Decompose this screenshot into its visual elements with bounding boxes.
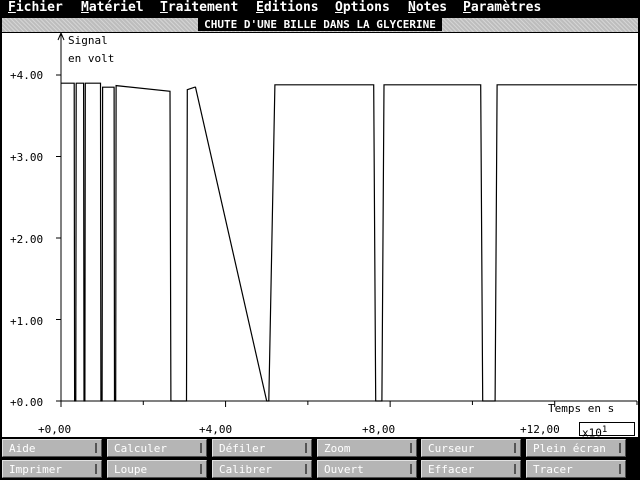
x-axis-label: Temps en s [548, 402, 615, 415]
signal-chart [56, 33, 638, 407]
loupe-button[interactable]: Loupe [107, 460, 207, 478]
y-tick-label: +3.00 [10, 151, 44, 164]
x-tick-label: +0,00 [38, 423, 72, 436]
menu-notes[interactable]: Notes [408, 0, 447, 16]
menu-bar: Fichier Matériel Traitement Editions Options… [0, 0, 640, 16]
menu-options[interactable]: Options [335, 0, 390, 16]
button-row-2: Imprimer Loupe Calibrer Ouvert Effacer Tracer [0, 459, 640, 479]
défiler-button[interactable]: Défiler [212, 439, 312, 457]
y-tick-label: +2.00 [10, 233, 44, 246]
curseur-button[interactable]: Curseur [421, 439, 521, 457]
x-tick-label: +4,00 [199, 423, 233, 436]
calculer-button[interactable]: Calculer [107, 439, 207, 457]
y-tick-label: +4.00 [10, 69, 44, 82]
menu-traitement[interactable]: Traitement [160, 0, 238, 16]
signal-line [61, 82, 637, 402]
y-axis-label-line2: en volt [68, 52, 115, 65]
menu-matériel[interactable]: Matériel [81, 0, 144, 16]
plein-écran-button[interactable]: Plein écran [526, 439, 626, 457]
y-tick-label: +0.00 [10, 396, 44, 409]
y-axis-label-line1: Signal [68, 34, 108, 47]
window-titlebar: CHUTE D'UNE BILLE DANS LA GLYCERINE [2, 18, 638, 32]
y-tick-label: +1.00 [10, 315, 44, 328]
menu-editions[interactable]: Editions [256, 0, 319, 16]
x-multiplier-box: x101 [579, 422, 635, 440]
calibrer-button[interactable]: Calibrer [212, 460, 312, 478]
x-tick-label: +12,00 [520, 423, 560, 436]
x-tick-label: +8,00 [362, 423, 396, 436]
button-row-1: Aide Calculer Défiler Zoom Curseur Plein écra… [0, 438, 640, 458]
window-title: CHUTE D'UNE BILLE DANS LA GLYCERINE [198, 18, 442, 31]
tracer-button[interactable]: Tracer [526, 460, 626, 478]
plot-area[interactable]: Signal en volt Temps en s x101 +4.00 +3.… [2, 33, 638, 440]
ouvert-button[interactable]: Ouvert [317, 460, 417, 478]
menu-fichier[interactable]: Fichier [8, 0, 63, 16]
effacer-button[interactable]: Effacer [421, 460, 521, 478]
aide-button[interactable]: Aide [2, 439, 102, 457]
zoom-button[interactable]: Zoom [317, 439, 417, 457]
imprimer-button[interactable]: Imprimer [2, 460, 102, 478]
menu-paramètres[interactable]: Paramètres [463, 0, 541, 16]
